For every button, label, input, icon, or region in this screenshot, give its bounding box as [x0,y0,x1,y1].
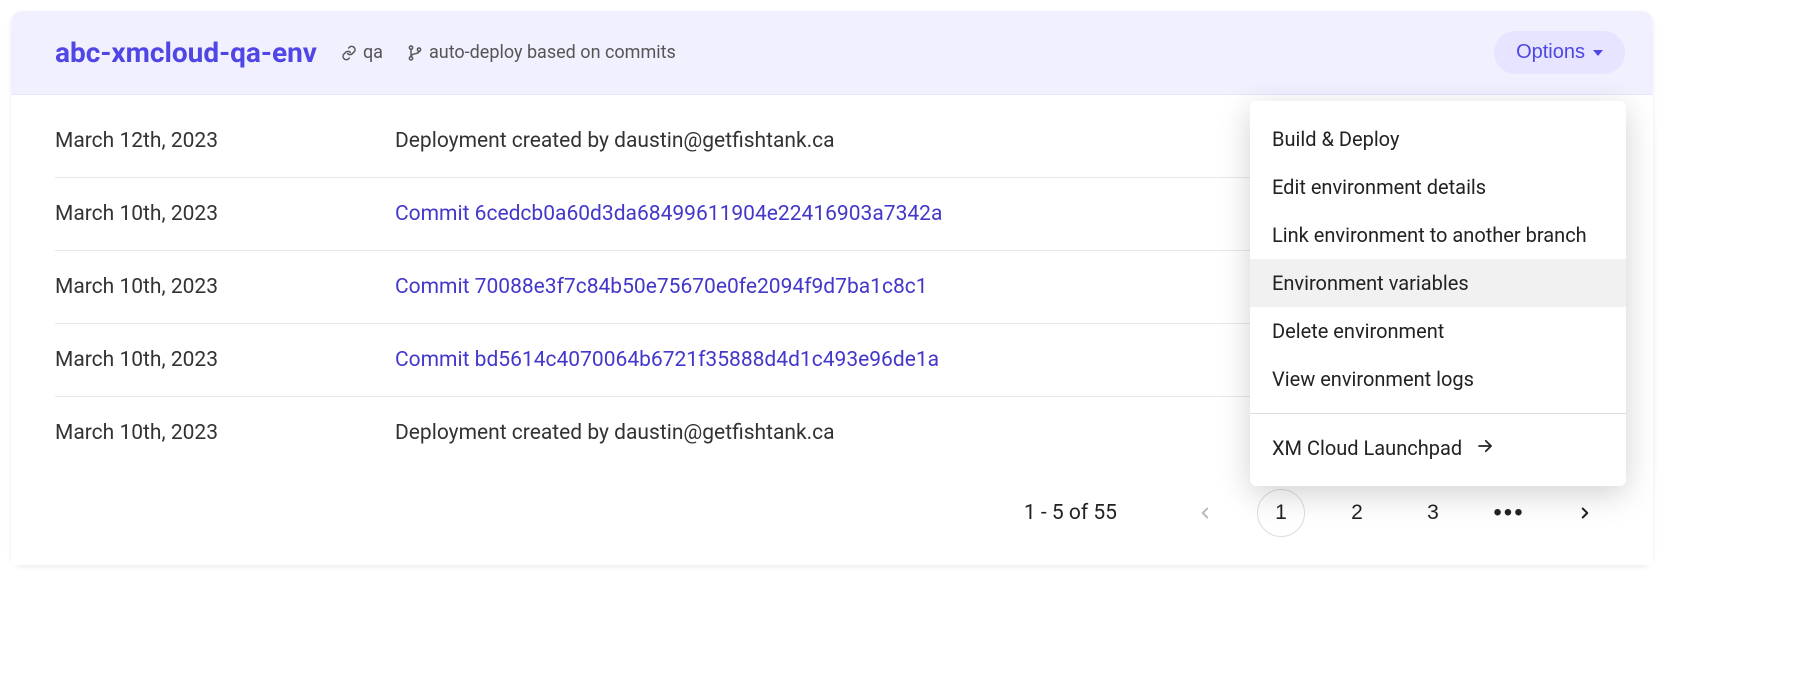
row-date: March 10th, 2023 [55,421,395,445]
ellipsis-icon: ••• [1493,499,1524,527]
pagination-page-button[interactable]: 2 [1333,489,1381,537]
deploy-mode-label: auto-deploy based on commits [429,42,676,63]
deploy-mode-chip: auto-deploy based on commits [407,42,676,63]
row-date: March 10th, 2023 [55,348,395,372]
row-text: Deployment created by daustin@getfishtan… [395,129,835,153]
dropdown-item-label: View environment logs [1272,367,1474,391]
environment-tag-label: qa [363,42,383,63]
pagination-range: 1 - 5 of 55 [1024,501,1117,525]
commit-link[interactable]: Commit bd5614c4070064b6721f35888d4d1c493… [395,348,939,372]
dropdown-item[interactable]: Environment variables [1250,259,1626,307]
dropdown-item[interactable]: Edit environment details [1250,163,1626,211]
pagination-next-button[interactable] [1561,489,1609,537]
dropdown-item[interactable]: View environment logs [1250,355,1626,403]
pagination: 1 - 5 of 55 123 ••• [55,489,1609,537]
pagination-more-button[interactable]: ••• [1485,489,1533,537]
commit-link[interactable]: Commit 70088e3f7c84b50e75670e0fe2094f9d7… [395,275,928,299]
environment-name: abc-xmcloud-qa-env [55,36,317,69]
options-button[interactable]: Options [1494,31,1625,74]
dropdown-separator [1250,413,1626,414]
pagination-page-button[interactable]: 3 [1409,489,1457,537]
arrow-right-icon [1476,436,1494,460]
caret-down-icon [1593,50,1603,56]
branch-icon [407,45,423,61]
dropdown-item[interactable]: Link environment to another branch [1250,211,1626,259]
dropdown-item-label: Edit environment details [1272,175,1486,199]
environment-tag-chip: qa [341,42,383,63]
dropdown-item[interactable]: Build & Deploy [1250,115,1626,163]
options-dropdown: Build & Deploy Edit environment details Li… [1250,101,1626,486]
environment-card: abc-xmcloud-qa-env qa auto-deploy based … [11,11,1653,565]
dropdown-item-label: Environment variables [1272,271,1469,295]
dropdown-item-label: Link environment to another branch [1272,223,1587,247]
pagination-page-button[interactable]: 1 [1257,489,1305,537]
dropdown-item[interactable]: Delete environment [1250,307,1626,355]
chevron-right-icon [1576,504,1594,522]
link-icon [341,45,357,61]
row-text: Deployment created by daustin@getfishtan… [395,421,835,445]
row-date: March 12th, 2023 [55,129,395,153]
row-date: March 10th, 2023 [55,275,395,299]
dropdown-item-label: XM Cloud Launchpad [1272,436,1462,460]
environment-header: abc-xmcloud-qa-env qa auto-deploy based … [11,11,1653,95]
pagination-prev-button[interactable] [1181,489,1229,537]
dropdown-item-label: Delete environment [1272,319,1444,343]
chevron-left-icon [1196,504,1214,522]
options-button-label: Options [1516,41,1585,64]
dropdown-item-launchpad[interactable]: XM Cloud Launchpad [1250,424,1626,472]
dropdown-item-label: Build & Deploy [1272,127,1399,151]
row-date: March 10th, 2023 [55,202,395,226]
commit-link[interactable]: Commit 6cedcb0a60d3da68499611904e2241690… [395,202,942,226]
